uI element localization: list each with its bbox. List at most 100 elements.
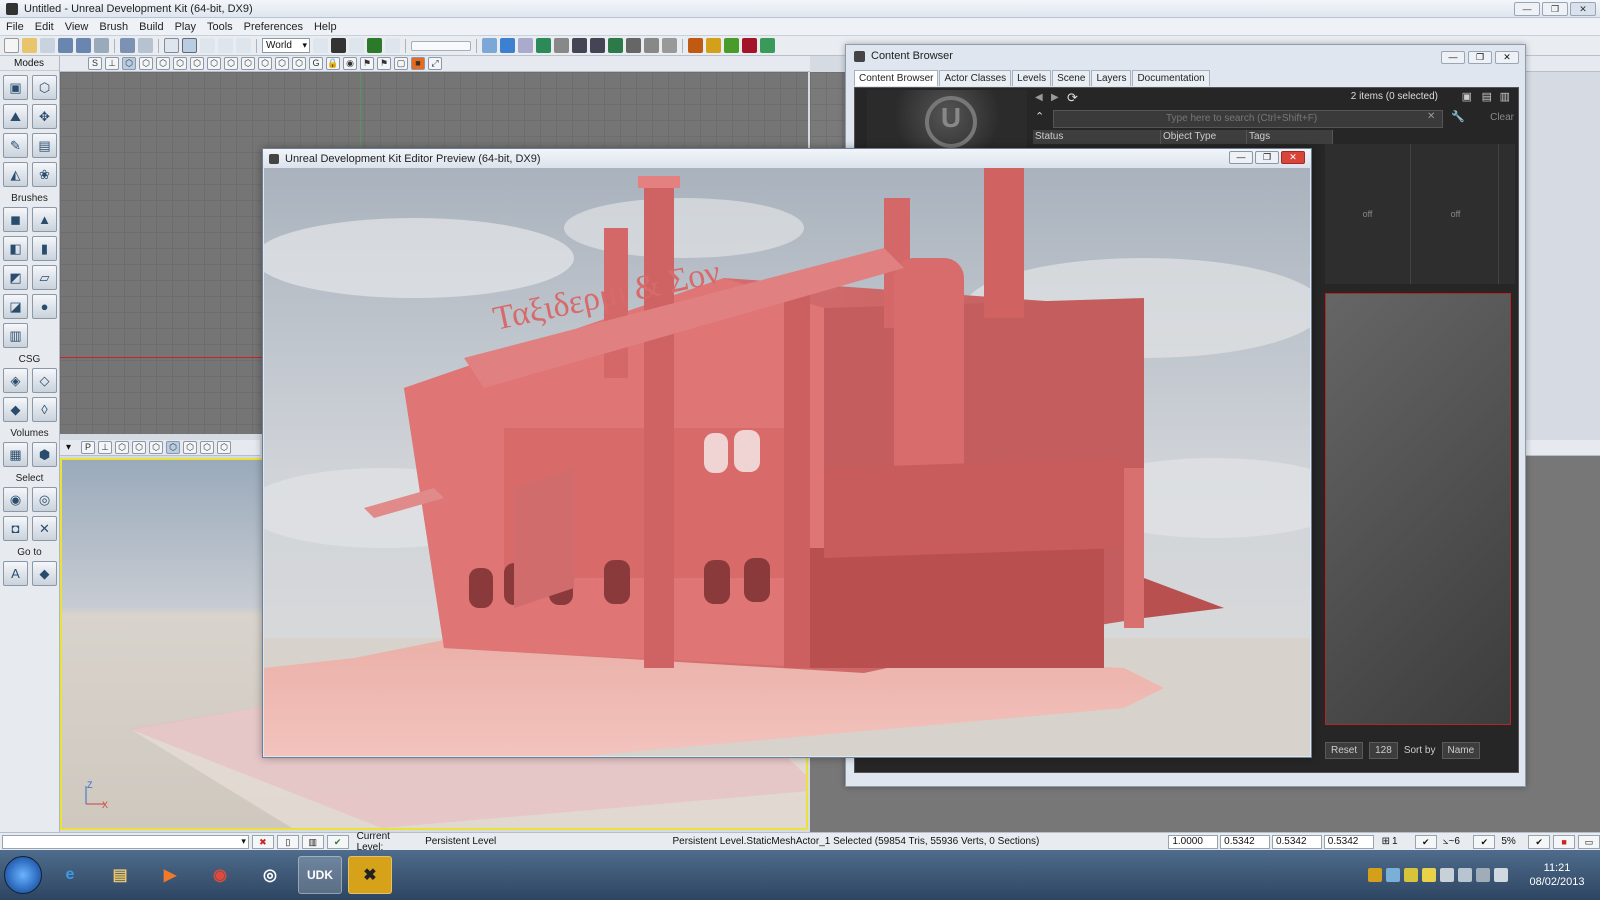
viewport-mode-icon[interactable]: ⬡ [217, 441, 231, 454]
viewport-options-icon[interactable]: ⤢ [428, 57, 442, 70]
viewport-g-icon[interactable]: G [309, 57, 323, 70]
move-mode-icon[interactable]: ✥ [32, 104, 57, 129]
tool-icon[interactable] [554, 38, 569, 53]
sort-by-dropdown[interactable]: Name [1441, 741, 1481, 759]
tray-app-icon[interactable] [1368, 868, 1382, 882]
viewport-mode-icon[interactable]: ⬡ [115, 441, 129, 454]
viewport-mode-icon[interactable]: ⬡ [200, 441, 214, 454]
scale-toggle-icon[interactable]: ✔ [1528, 834, 1551, 849]
tray-shield-icon[interactable] [1404, 868, 1418, 882]
undo-icon[interactable] [120, 38, 135, 53]
tool-icon[interactable] [626, 38, 641, 53]
camera-speed-slider[interactable] [411, 40, 471, 51]
viewport-mode-icon[interactable]: ⬡ [190, 57, 204, 70]
tool-icon[interactable] [760, 38, 775, 53]
settings-icon[interactable]: ▥ [1500, 90, 1510, 103]
clear-search-icon[interactable]: ✕ [1427, 111, 1435, 122]
tool-icon[interactable] [590, 38, 605, 53]
viewport-mode-icon[interactable]: ⬡ [183, 441, 197, 454]
dropdown-arrow-icon[interactable]: ▾ [66, 442, 78, 453]
play-on-console-icon[interactable] [724, 38, 739, 53]
viewport-mode-icon[interactable]: ⬡ [224, 57, 238, 70]
search-input[interactable]: Type here to search (Ctrl+Shift+F) [1053, 110, 1443, 128]
sphere-brush-icon[interactable]: ● [32, 294, 57, 319]
tab-content-browser[interactable]: Content Browser [854, 70, 939, 86]
menu-brush[interactable]: Brush [99, 21, 128, 33]
modes-header[interactable]: Modes [0, 56, 71, 71]
clock[interactable]: 11:21 08/02/2013 [1522, 861, 1592, 889]
minimize-button[interactable]: — [1514, 2, 1540, 16]
reset-button[interactable]: Reset [1325, 741, 1364, 759]
rotate-icon[interactable] [200, 38, 215, 53]
save-icon[interactable] [58, 38, 73, 53]
open-folder-icon[interactable] [22, 38, 37, 53]
tab-levels[interactable]: Levels [1012, 70, 1052, 86]
maximize-button[interactable]: ❐ [1255, 151, 1279, 164]
sheet-brush-icon[interactable]: ▱ [32, 265, 57, 290]
tray-flag-icon[interactable] [1440, 868, 1454, 882]
tool-icon[interactable] [572, 38, 587, 53]
maximize-button[interactable]: ❐ [1468, 51, 1492, 64]
csg-add-icon[interactable]: ◈ [3, 368, 28, 393]
viewport-s-icon[interactable]: S [88, 57, 102, 70]
viewport-tool-icon[interactable]: ⚑ [377, 57, 391, 70]
column-object-type[interactable]: Object Type [1161, 130, 1247, 144]
tray-volume-icon[interactable] [1494, 868, 1508, 882]
asset-tile[interactable]: off [1413, 144, 1499, 284]
nonuniform-scale-icon[interactable] [236, 38, 251, 53]
build-paths-icon[interactable] [518, 38, 533, 53]
goto-actor-icon[interactable]: A [3, 561, 28, 586]
volume-list-icon[interactable]: ⬢ [32, 442, 57, 467]
cone-brush-icon[interactable]: ▲ [32, 207, 57, 232]
scale-icon[interactable] [218, 38, 233, 53]
redo-icon[interactable] [138, 38, 153, 53]
csg-deintersect-icon[interactable]: ◊ [32, 397, 57, 422]
paint-mode-icon[interactable]: ✎ [3, 133, 28, 158]
viewport-p-icon[interactable]: P [81, 441, 95, 454]
curved-stair-icon[interactable]: ◧ [3, 236, 28, 261]
grid-value[interactable]: 1 [1392, 836, 1412, 847]
viewport-unlit-icon[interactable]: ⬡ [156, 57, 170, 70]
grid-toggle-icon[interactable]: ✔ [1414, 834, 1437, 849]
generic-browser-icon[interactable] [385, 38, 400, 53]
viewport-wire-icon[interactable]: ⬡ [122, 57, 136, 70]
tab-layers[interactable]: Layers [1091, 70, 1132, 86]
texture-mode-icon[interactable]: ▤ [32, 133, 57, 158]
chrome-icon[interactable]: ◉ [198, 856, 242, 894]
kill-icon[interactable]: ✖ [251, 834, 274, 849]
minimize-button[interactable]: — [1229, 151, 1253, 164]
level-check-icon[interactable]: ✔ [326, 834, 349, 849]
autosave-icon[interactable]: ■ [1553, 834, 1576, 849]
copy-icon[interactable] [94, 38, 109, 53]
scale-z-field[interactable]: 0.5342 [1323, 834, 1374, 849]
scale-y-field[interactable]: 0.5342 [1271, 834, 1322, 849]
build-geometry-icon[interactable] [482, 38, 497, 53]
menu-edit[interactable]: Edit [35, 21, 54, 33]
menu-file[interactable]: File [6, 21, 24, 33]
clear-button[interactable]: Clear [1490, 112, 1514, 123]
viewport-mode-icon[interactable]: ⬡ [149, 441, 163, 454]
viewport-mode-icon[interactable]: ⬡ [207, 57, 221, 70]
asset-tile[interactable]: off [1325, 144, 1411, 284]
minimize-button[interactable]: — [1441, 51, 1465, 64]
viewport-lit-icon[interactable]: ⬡ [166, 441, 180, 454]
udk-taskbar-icon[interactable]: UDK [298, 856, 342, 894]
viewport-mode-icon[interactable]: ⬡ [258, 57, 272, 70]
k-icon[interactable] [367, 38, 382, 53]
select-all-icon[interactable]: ◘ [3, 516, 28, 541]
refresh-icon[interactable]: ⟳ [1067, 90, 1078, 106]
drag-scale-field[interactable]: 1.0000 [1168, 834, 1219, 849]
dock-icon[interactable]: ▤ [1482, 90, 1492, 103]
goto-builder-brush-icon[interactable]: ◆ [32, 561, 57, 586]
viewport-pin-icon[interactable]: ⊥ [105, 57, 119, 70]
matinee-icon[interactable] [349, 38, 364, 53]
tool-icon[interactable] [644, 38, 659, 53]
new-file-icon[interactable] [4, 38, 19, 53]
viewport-mode-icon[interactable]: ⬡ [275, 57, 289, 70]
internet-explorer-icon[interactable]: e [48, 856, 92, 894]
tool-icon[interactable] [662, 38, 677, 53]
spiral-stair-icon[interactable]: ◪ [3, 294, 28, 319]
favorites-icon[interactable] [40, 38, 55, 53]
tool-icon[interactable] [608, 38, 623, 53]
save-all-icon[interactable] [76, 38, 91, 53]
